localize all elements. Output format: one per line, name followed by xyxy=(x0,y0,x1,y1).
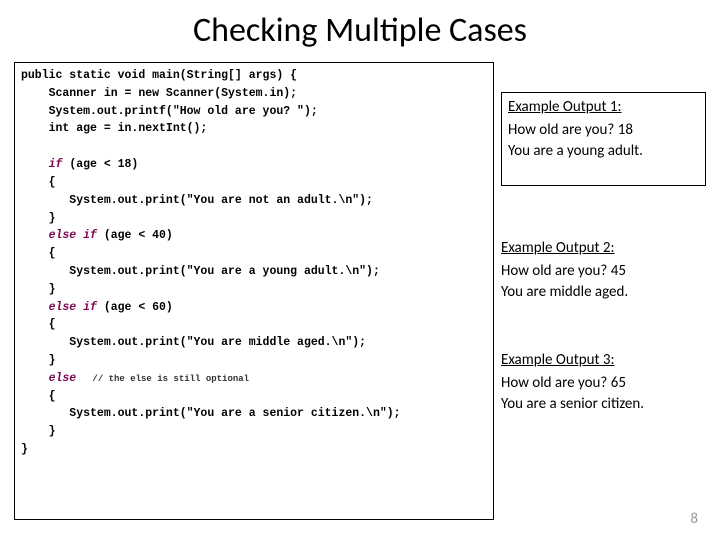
code-comment: // the else is still optional xyxy=(76,374,249,384)
example-output-3: Example Output 3: How old are you? 65 Yo… xyxy=(501,350,706,414)
code-line: System.out.print("You are a young adult.… xyxy=(21,265,380,278)
example-label: Example Output 2: xyxy=(501,238,706,258)
code-keyword: if xyxy=(21,158,62,171)
code-line: } xyxy=(21,212,56,225)
code-line: System.out.print("You are not an adult.\… xyxy=(21,194,373,207)
code-line: { xyxy=(21,390,56,403)
code-line: (age < 60) xyxy=(97,301,173,314)
code-line: } xyxy=(21,283,56,296)
example-label: Example Output 3: xyxy=(501,350,706,370)
code-block: public static void main(String[] args) {… xyxy=(14,62,494,520)
code-line: System.out.print("You are a senior citiz… xyxy=(21,407,401,420)
code-line: } xyxy=(21,354,56,367)
example-line: You are a senior citizen. xyxy=(501,394,706,414)
example-label: Example Output 1: xyxy=(508,97,699,117)
code-keyword: else if xyxy=(21,229,97,242)
code-line: (age < 18) xyxy=(62,158,138,171)
example-line: You are middle aged. xyxy=(501,282,706,302)
example-output-1: Example Output 1: How old are you? 18 Yo… xyxy=(501,92,706,186)
code-line: { xyxy=(21,318,56,331)
code-line: (age < 40) xyxy=(97,229,173,242)
example-line: How old are you? 45 xyxy=(501,261,706,281)
code-line: public static void main(String[] args) { xyxy=(21,69,297,82)
example-line: How old are you? 18 xyxy=(508,120,699,140)
code-keyword: else xyxy=(21,372,76,385)
code-line: System.out.print("You are middle aged.\n… xyxy=(21,336,366,349)
code-line: int age = in.nextInt(); xyxy=(21,122,207,135)
code-line: { xyxy=(21,176,56,189)
code-line: } xyxy=(21,425,56,438)
example-output-2: Example Output 2: How old are you? 45 Yo… xyxy=(501,238,706,302)
example-line: You are a young adult. xyxy=(508,141,699,161)
code-line: } xyxy=(21,443,28,456)
code-keyword: else if xyxy=(21,301,97,314)
page-number: 8 xyxy=(690,510,698,528)
example-line: How old are you? 65 xyxy=(501,373,706,393)
slide-title: Checking Multiple Cases xyxy=(0,0,720,59)
code-line: System.out.printf("How old are you? "); xyxy=(21,105,318,118)
code-line: Scanner in = new Scanner(System.in); xyxy=(21,87,297,100)
code-line: { xyxy=(21,247,56,260)
